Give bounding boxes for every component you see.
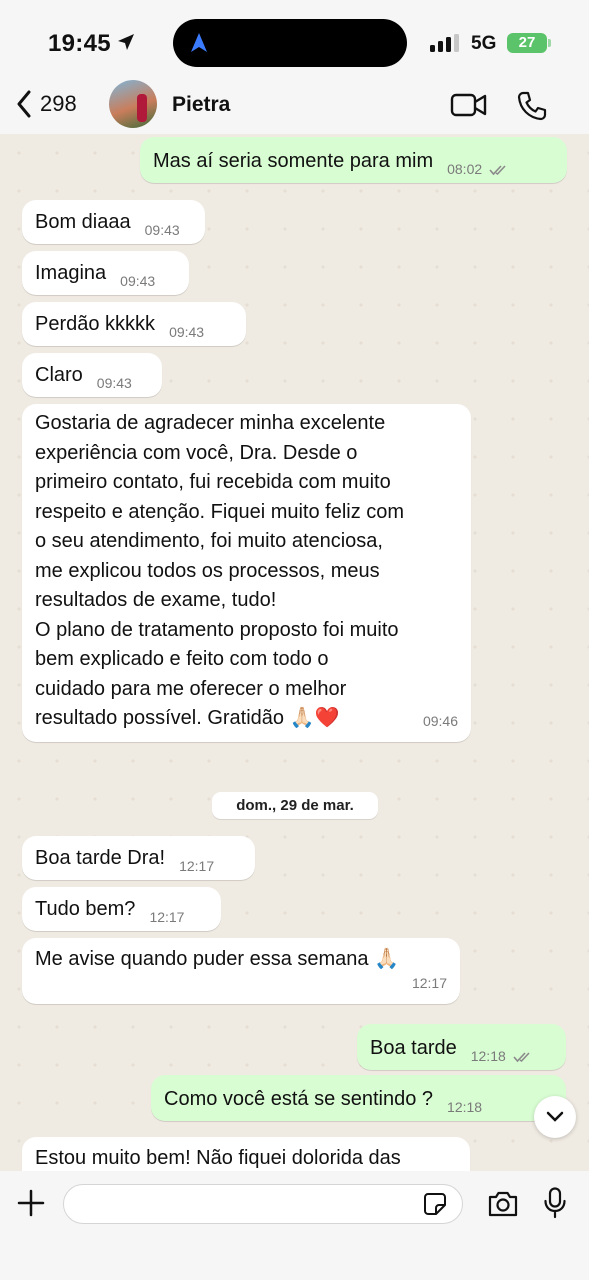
message-outgoing[interactable]: Como você está se sentindo ? 12:18 [151, 1075, 566, 1121]
message-incoming[interactable]: Bom diaaa 09:43 [22, 200, 205, 244]
chat-area[interactable]: Mas aí seria somente para mim 08:02 Bom … [0, 134, 589, 1171]
unread-count: 298 [40, 91, 77, 116]
message-incoming[interactable]: Tudo bem? 12:17 [22, 887, 221, 931]
message-outgoing[interactable]: Boa tarde 12:18 [357, 1024, 566, 1070]
message-incoming[interactable]: Perdão kkkkk 09:43 [22, 302, 246, 346]
chat-header: 298 Pietra [0, 80, 589, 134]
battery-icon [548, 39, 551, 47]
avatar[interactable] [109, 80, 157, 128]
date-divider: dom., 29 de mar. [212, 792, 378, 819]
read-ticks-icon [513, 1052, 530, 1062]
location-arrow-icon [116, 32, 136, 57]
message-incoming[interactable]: Imagina 09:43 [22, 251, 189, 295]
navigation-arrow-icon [191, 33, 207, 52]
dynamic-island [173, 19, 407, 67]
message-incoming[interactable]: Me avise quando puder essa semana 🙏🏻 12:… [22, 938, 460, 1004]
message-incoming[interactable]: Estou muito bem! Não fiquei dolorida das [22, 1137, 470, 1171]
battery-level: 27 [507, 33, 547, 53]
message-incoming[interactable]: Boa tarde Dra! 12:17 [22, 836, 255, 880]
read-ticks-icon [489, 165, 506, 175]
phone-icon[interactable] [516, 90, 548, 127]
back-chevron-icon [17, 90, 31, 118]
contact-name[interactable]: Pietra [172, 93, 230, 117]
message-outgoing[interactable]: Mas aí seria somente para mim 08:02 [140, 137, 567, 183]
back-button[interactable]: 298 [16, 90, 77, 118]
sticker-icon[interactable] [423, 1192, 447, 1221]
plus-icon[interactable] [17, 1189, 45, 1222]
scroll-to-bottom-button[interactable] [534, 1096, 576, 1138]
status-bar: 19:45 5G 27 [0, 0, 589, 84]
message-composer [0, 1171, 589, 1280]
message-incoming-long[interactable]: Gostaria de agradecer minha excelente ex… [22, 404, 471, 742]
camera-icon[interactable] [487, 1190, 519, 1223]
message-incoming[interactable]: Claro 09:43 [22, 353, 162, 397]
message-input[interactable] [63, 1184, 463, 1224]
signal-icon [430, 34, 462, 57]
network-type: 5G [471, 33, 497, 54]
mic-icon[interactable] [543, 1187, 567, 1224]
status-time: 19:45 [48, 30, 111, 57]
chevron-down-icon [546, 1111, 564, 1122]
video-call-icon[interactable] [450, 92, 488, 123]
